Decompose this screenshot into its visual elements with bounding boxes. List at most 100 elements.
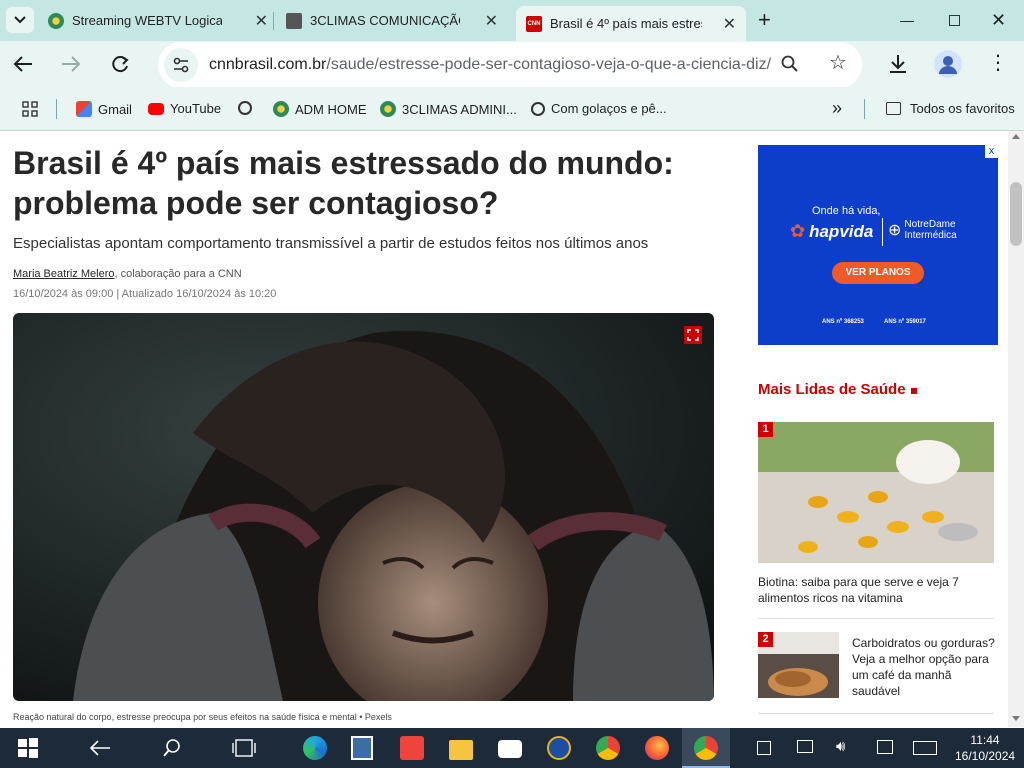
partner-line2: Intermédica bbox=[904, 230, 957, 241]
edge-icon[interactable] bbox=[303, 736, 327, 760]
camera-icon[interactable] bbox=[498, 740, 522, 758]
bookmark-label: Com golaços e pê... bbox=[551, 101, 667, 116]
globe-icon: ⊕ bbox=[888, 221, 902, 239]
all-bookmarks-folder[interactable]: Todos os favoritos bbox=[886, 101, 1015, 116]
tab-title: 3CLIMAS COMUNICAÇÃO CE bbox=[310, 13, 460, 28]
profile-avatar[interactable] bbox=[934, 50, 962, 78]
ad-ans-1: ANS nº 368253 bbox=[822, 319, 864, 325]
minimize-icon[interactable]: — bbox=[900, 10, 914, 30]
site-info-icon[interactable] bbox=[164, 48, 198, 82]
back-icon[interactable] bbox=[88, 738, 112, 763]
bookmark-gmail[interactable]: Gmail bbox=[76, 101, 132, 117]
forward-icon[interactable] bbox=[60, 54, 82, 78]
clapperboard-icon bbox=[286, 12, 302, 29]
clock-time: 11:44 bbox=[970, 733, 1000, 747]
most-read-item-1-title[interactable]: Biotina: saiba para que serve e veja 7 a… bbox=[758, 574, 988, 606]
author-link[interactable]: Maria Beatriz Melero bbox=[13, 268, 114, 280]
anydesk-icon[interactable] bbox=[400, 736, 424, 760]
scroll-up-arrow[interactable] bbox=[1012, 134, 1020, 139]
bookmark-label: YouTube bbox=[170, 101, 222, 116]
item-divider bbox=[758, 713, 994, 714]
network-monitor-icon[interactable] bbox=[547, 736, 571, 760]
most-read-item-2-title[interactable]: Carboidratos ou gorduras? Veja a melhor … bbox=[852, 635, 1000, 699]
close-icon[interactable]: ✕ bbox=[723, 14, 736, 34]
bookmark-label: Todos os favoritos bbox=[910, 101, 1015, 116]
bookmark-label: ADM HOME bbox=[295, 101, 367, 117]
ad-brand: hapvida bbox=[809, 221, 874, 241]
apps-grid-icon[interactable] bbox=[22, 101, 38, 122]
bookmark-golacos[interactable]: Com golaços e pê... bbox=[531, 101, 667, 116]
article-headline: Brasil é 4º país mais estressado do mund… bbox=[13, 145, 674, 221]
hero-image bbox=[13, 313, 714, 701]
search-icon[interactable] bbox=[162, 738, 182, 763]
close-icon[interactable]: ✕ bbox=[485, 11, 498, 31]
bookmark-adm-home[interactable]: ADM HOME bbox=[273, 101, 367, 117]
clock-date: 16/10/2024 bbox=[955, 749, 1016, 763]
3climas-icon bbox=[380, 101, 396, 117]
tab-search-button[interactable] bbox=[6, 7, 34, 33]
new-tab-button[interactable]: + bbox=[758, 9, 771, 31]
back-icon[interactable] bbox=[12, 54, 34, 78]
adm-icon bbox=[273, 101, 289, 117]
firefox-icon[interactable] bbox=[645, 736, 669, 760]
bookmark-youtube[interactable]: YouTube bbox=[148, 101, 221, 116]
close-icon[interactable]: ✕ bbox=[255, 11, 268, 31]
notifications-icon[interactable] bbox=[877, 740, 893, 754]
tab-streaming[interactable]: Streaming WEBTV LogicaHost ✕ bbox=[48, 8, 268, 33]
reload-icon[interactable] bbox=[109, 54, 131, 78]
restore-icon[interactable] bbox=[949, 15, 960, 26]
tab-title: Streaming WEBTV LogicaHost bbox=[72, 13, 222, 28]
task-view-icon[interactable] bbox=[232, 738, 256, 763]
windows-start-icon[interactable] bbox=[18, 738, 38, 763]
rank-badge: 1 bbox=[758, 422, 773, 437]
zoom-icon[interactable] bbox=[780, 54, 800, 78]
fullscreen-icon[interactable] bbox=[684, 326, 702, 344]
bookmark-globe[interactable] bbox=[238, 101, 258, 115]
chrome-icon[interactable] bbox=[596, 736, 620, 760]
image-caption: Reação natural do corpo, estresse preocu… bbox=[13, 712, 392, 722]
article-subtitle: Especialistas apontam comportamento tran… bbox=[13, 235, 649, 252]
network-icon[interactable] bbox=[797, 740, 813, 753]
download-icon[interactable] bbox=[887, 53, 909, 79]
scrollbar-thumb[interactable] bbox=[1010, 182, 1022, 246]
url-path: /saude/estresse-pode-ser-contagioso-veja… bbox=[326, 56, 772, 73]
article-byline: Maria Beatriz Melero, colaboração para a… bbox=[13, 268, 242, 280]
tablet-mode-icon[interactable] bbox=[757, 741, 771, 755]
notredame-logo: ⊕ NotreDame Intermédica bbox=[888, 219, 957, 241]
url-domain: cnnbrasil.com.br bbox=[209, 56, 327, 73]
cnn-logo-icon: CNN bbox=[526, 15, 542, 32]
keyboard-icon[interactable] bbox=[913, 741, 937, 755]
bookmarks-divider bbox=[56, 99, 57, 119]
ad-cta-button[interactable]: VER PLANOS bbox=[832, 262, 924, 284]
ad-close-button[interactable]: x bbox=[985, 145, 998, 158]
scroll-down-arrow[interactable] bbox=[1012, 716, 1020, 721]
youtube-icon bbox=[148, 102, 164, 115]
bookmark-label: 3CLIMAS ADMINI... bbox=[402, 101, 517, 117]
partner-line1: NotreDame bbox=[904, 219, 956, 230]
file-explorer-icon[interactable] bbox=[449, 740, 473, 760]
rank-badge: 2 bbox=[758, 632, 773, 647]
tab-3climas[interactable]: 3CLIMAS COMUNICAÇÃO CE ✕ bbox=[286, 8, 498, 33]
close-window-icon[interactable]: ✕ bbox=[991, 10, 1006, 30]
title-square-icon bbox=[911, 388, 917, 394]
flower-icon: ✿ bbox=[790, 221, 806, 241]
more-bookmarks-button[interactable]: » bbox=[832, 98, 842, 119]
menu-kebab-icon[interactable]: ⋮ bbox=[988, 53, 1008, 73]
ad-ans-2: ANS nº 359017 bbox=[884, 319, 926, 325]
chrome-profile-icon[interactable] bbox=[694, 736, 718, 760]
bookmark-3climas[interactable]: 3CLIMAS ADMINI... bbox=[380, 101, 517, 117]
author-suffix: , colaboração para a CNN bbox=[114, 268, 242, 280]
photo-editor-icon[interactable] bbox=[351, 736, 373, 760]
globe-icon bbox=[531, 101, 545, 116]
most-read-title: Mais Lidas de Saúde bbox=[758, 381, 906, 398]
most-read-item-1-image[interactable] bbox=[758, 422, 994, 563]
folder-icon bbox=[886, 102, 901, 115]
hapvida-ad[interactable]: Onde há vida, ✿ hapvida ⊕ NotreDame Inter… bbox=[758, 145, 998, 345]
taskbar-clock[interactable]: 11:44 16/10/2024 bbox=[955, 732, 1015, 764]
tab-cnn-active[interactable]: CNN Brasil é 4º país mais estressado ✕ bbox=[516, 6, 746, 41]
hapvida-logo: ✿ hapvida bbox=[790, 221, 873, 242]
url-text[interactable]: cnnbrasil.com.br/saude/estresse-pode-ser… bbox=[209, 56, 771, 74]
volume-icon[interactable]: 🔊︎ bbox=[836, 738, 845, 755]
star-bookmark-icon[interactable]: ☆ bbox=[829, 53, 847, 73]
tab-divider bbox=[273, 12, 274, 30]
